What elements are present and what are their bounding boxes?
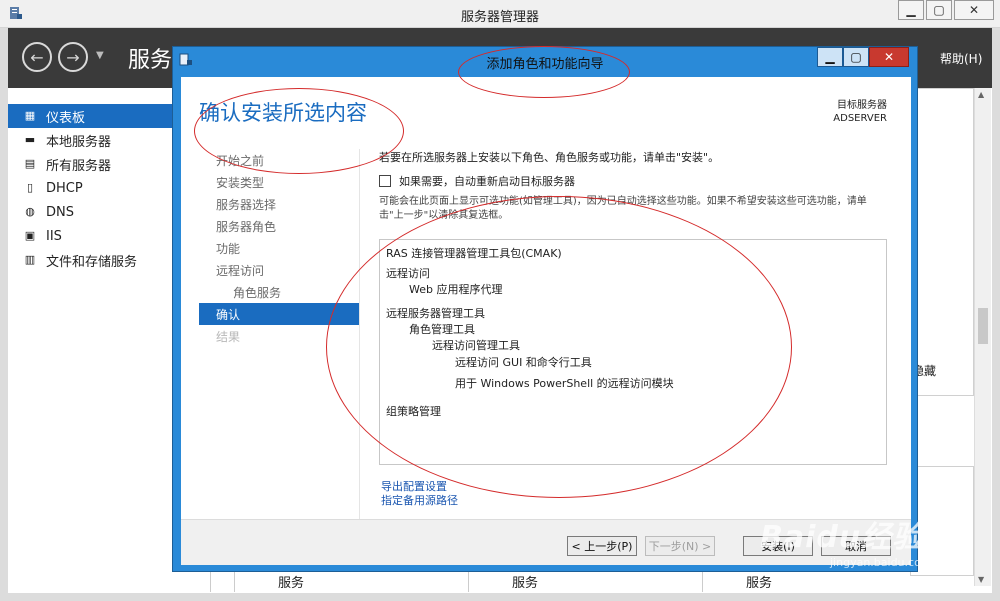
- confirmation-content: 若要在所选服务器上安装以下角色、角色服务或功能，请单击"安装"。 如果需要，自动…: [379, 149, 899, 223]
- feature-item: Web 应用程序代理: [409, 283, 503, 296]
- servers-icon: ▤: [24, 157, 36, 170]
- column-divider: [702, 570, 703, 592]
- feature-item: RAS 连接管理器管理工具包(CMAK): [386, 247, 562, 260]
- restart-checkbox[interactable]: [379, 175, 391, 187]
- config-links: 导出配置设置 指定备用源路径: [381, 480, 458, 508]
- sidebar-item-label: 所有服务器: [46, 158, 112, 174]
- sidebar-item-dashboard[interactable]: ▦ 仪表板: [8, 104, 174, 128]
- close-icon: ✕: [883, 50, 895, 64]
- maximize-icon: ▢: [933, 3, 945, 17]
- step-results: 结果: [216, 329, 241, 344]
- install-button[interactable]: 安装(I): [743, 536, 813, 556]
- dashboard-icon: ▦: [24, 109, 36, 122]
- step-server-selection[interactable]: 服务器选择: [199, 193, 359, 215]
- sidebar-item-dns[interactable]: ◍ DNS: [8, 200, 174, 224]
- column-divider: [210, 570, 211, 592]
- server-manager-sidebar: ▦ 仪表板 ▬ 本地服务器 ▤ 所有服务器 ▯ DHCP ◍ DNS ▣ IIS…: [8, 104, 174, 584]
- close-icon: ✕: [968, 3, 980, 17]
- sidebar-item-label: DHCP: [46, 180, 83, 196]
- dashboard-tile-panel: [910, 88, 974, 396]
- feature-item: 远程访问: [386, 267, 430, 280]
- scrollbar-thumb[interactable]: [978, 308, 988, 344]
- sidebar-item-label: DNS: [46, 204, 74, 220]
- dhcp-icon: ▯: [26, 181, 34, 194]
- feature-item: 远程访问管理工具: [432, 339, 520, 352]
- storage-icon: ▥: [24, 253, 36, 266]
- sidebar-item-label: 仪表板: [46, 110, 86, 126]
- sidebar-item-file-storage[interactable]: ▥ 文件和存储服务: [8, 248, 174, 272]
- back-button[interactable]: ←: [22, 42, 52, 72]
- target-server-info: 目标服务器 ADSERVER: [833, 99, 887, 125]
- wizard-window-title: 添加角色和功能向导: [486, 57, 604, 72]
- column-header-service: 服务: [746, 576, 773, 591]
- sidebar-item-all-servers[interactable]: ▤ 所有服务器: [8, 152, 174, 176]
- minimize-icon: ▁: [825, 50, 835, 64]
- forward-button[interactable]: →: [58, 42, 88, 72]
- target-server-label: 目标服务器: [837, 100, 887, 111]
- forward-arrow-icon: →: [66, 47, 80, 67]
- maximize-button[interactable]: ▢: [926, 0, 952, 20]
- sidebar-item-dhcp[interactable]: ▯ DHCP: [8, 176, 174, 200]
- step-remote-access[interactable]: 远程访问: [199, 259, 359, 281]
- feature-item: 远程服务器管理工具: [386, 307, 485, 320]
- sidebar-item-local-server[interactable]: ▬ 本地服务器: [8, 128, 174, 152]
- dns-icon: ◍: [25, 205, 35, 218]
- add-roles-wizard-dialog: 添加角色和功能向导 ▁ ▢ ✕ 确认安装所选内容 目标服务器 ADSERVER …: [172, 46, 918, 572]
- column-divider: [234, 570, 235, 592]
- feature-item: 远程访问 GUI 和命令行工具: [455, 356, 592, 369]
- wizard-minimize-button[interactable]: ▁: [817, 47, 843, 67]
- step-confirmation[interactable]: 确认: [199, 303, 359, 325]
- previous-button[interactable]: < 上一步(P): [567, 536, 637, 556]
- column-header-service: 服务: [278, 576, 305, 591]
- server-manager-page-title: 服务: [128, 48, 173, 73]
- server-manager-window-title: 服务器管理器: [460, 10, 539, 25]
- step-features[interactable]: 功能: [199, 237, 359, 259]
- help-menu[interactable]: 帮助(H): [940, 50, 982, 67]
- sidebar-item-label: IIS: [46, 228, 62, 244]
- sidebar-item-iis[interactable]: ▣ IIS: [8, 224, 174, 248]
- main-scrollbar[interactable]: ▲ ▼: [974, 88, 991, 586]
- steps-divider: [359, 149, 360, 529]
- restart-option[interactable]: 如果需要，自动重新启动目标服务器: [379, 173, 899, 189]
- page-title: 确认安装所选内容: [199, 101, 367, 125]
- restart-checkbox-label[interactable]: 如果需要，自动重新启动目标服务器: [399, 173, 575, 189]
- minimize-icon: ▁: [906, 3, 916, 17]
- scroll-up-icon[interactable]: ▲: [978, 90, 984, 99]
- wizard-maximize-button[interactable]: ▢: [843, 47, 869, 67]
- maximize-icon: ▢: [850, 50, 862, 64]
- wizard-footer: < 上一步(P) 下一步(N) > 安装(I) 取消: [181, 519, 911, 565]
- minimize-button[interactable]: ▁: [898, 0, 924, 20]
- tile-column-headers: 服务 服务 服务: [210, 570, 974, 592]
- step-installation-type[interactable]: 安装类型: [199, 171, 359, 193]
- step-before-you-begin[interactable]: 开始之前: [199, 149, 359, 171]
- optional-features-note: 可能会在此页面上显示可选功能(如管理工具)，因为已自动选择这些功能。如果不希望安…: [379, 196, 867, 221]
- selected-features-list: RAS 连接管理器管理工具包(CMAK) 远程访问 Web 应用程序代理 远程服…: [379, 239, 887, 465]
- nav-history-dropdown-icon[interactable]: ▼: [96, 50, 104, 61]
- feature-item: 组策略管理: [386, 405, 441, 418]
- back-arrow-icon: ←: [30, 47, 44, 67]
- target-server-name: ADSERVER: [833, 113, 887, 124]
- feature-item: 用于 Windows PowerShell 的远程访问模块: [455, 377, 674, 390]
- server-icon: ▬: [24, 133, 36, 146]
- scroll-down-icon[interactable]: ▼: [978, 575, 984, 584]
- cancel-button[interactable]: 取消: [821, 536, 891, 556]
- next-button[interactable]: 下一步(N) >: [645, 536, 715, 556]
- feature-item: 角色管理工具: [409, 323, 475, 336]
- intro-text: 若要在所选服务器上安装以下角色、角色服务或功能，请单击"安装"。: [379, 151, 720, 164]
- iis-icon: ▣: [24, 229, 36, 242]
- server-manager-titlebar: 服务器管理器 ▁ ▢ ✕: [0, 0, 1000, 28]
- column-header-service: 服务: [512, 576, 539, 591]
- step-role-services[interactable]: 角色服务: [199, 281, 359, 303]
- wizard-body: 确认安装所选内容 目标服务器 ADSERVER 开始之前 安装类型 服务器选择 …: [181, 77, 911, 565]
- sidebar-item-label: 文件和存储服务: [46, 254, 138, 270]
- wizard-steps-nav: 开始之前 安装类型 服务器选择 服务器角色 功能 远程访问 角色服务 确认 结果: [199, 149, 359, 347]
- step-server-roles[interactable]: 服务器角色: [199, 215, 359, 237]
- export-config-link[interactable]: 导出配置设置: [381, 480, 458, 494]
- sidebar-item-label: 本地服务器: [46, 134, 112, 150]
- wizard-close-button[interactable]: ✕: [869, 47, 909, 67]
- alternate-source-link[interactable]: 指定备用源路径: [381, 494, 458, 508]
- column-divider: [468, 570, 469, 592]
- close-button[interactable]: ✕: [954, 0, 994, 20]
- dashboard-tile-panel-lower: [910, 466, 974, 576]
